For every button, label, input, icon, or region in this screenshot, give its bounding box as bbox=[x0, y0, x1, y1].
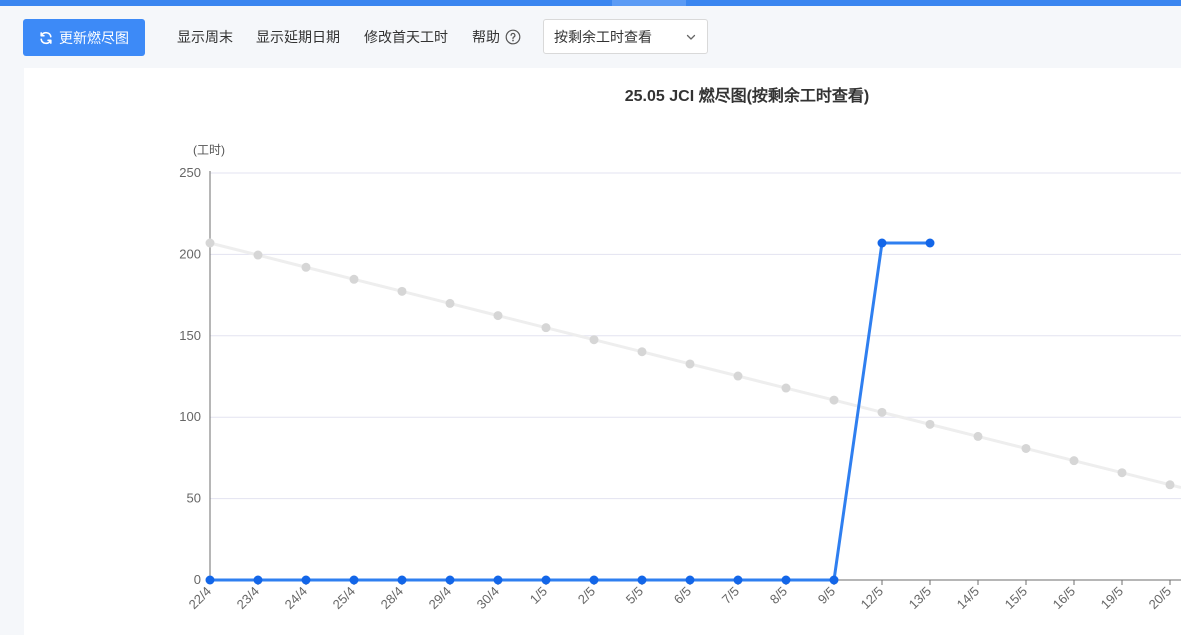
ideal-point bbox=[637, 347, 647, 357]
actual-point bbox=[685, 575, 695, 585]
help-link[interactable]: 帮助 bbox=[472, 27, 521, 47]
x-tick-label: 7/5 bbox=[719, 584, 742, 607]
x-tick-label: 23/4 bbox=[234, 584, 263, 613]
x-tick-label: 6/5 bbox=[671, 584, 694, 607]
y-tick-label: 200 bbox=[179, 246, 201, 261]
refresh-icon bbox=[40, 31, 52, 44]
actual-point bbox=[205, 575, 215, 585]
ideal-point bbox=[493, 311, 503, 321]
actual-point bbox=[637, 575, 647, 585]
x-tick-label: 29/4 bbox=[426, 584, 455, 613]
actual-point bbox=[349, 575, 359, 585]
actual-point bbox=[493, 575, 503, 585]
ideal-point bbox=[1021, 443, 1031, 453]
x-tick-label: 14/5 bbox=[954, 584, 983, 613]
view-mode-select[interactable]: 按剩余工时查看 bbox=[543, 19, 708, 54]
ideal-point bbox=[685, 359, 695, 369]
burndown-chart-panel: 25.05 JCI 燃尽图(按剩余工时查看) (工时) 0 50 100 150 200 25… bbox=[24, 68, 1181, 635]
x-tick-label: 30/4 bbox=[474, 584, 503, 613]
chart-title: 25.05 JCI 燃尽图(按剩余工时查看) bbox=[625, 86, 870, 105]
y-axis-label: (工时) bbox=[193, 143, 225, 157]
x-tick-label: 8/5 bbox=[767, 584, 790, 607]
ideal-point bbox=[1069, 456, 1079, 466]
ideal-point bbox=[349, 274, 359, 284]
ideal-point bbox=[541, 323, 551, 333]
x-tick-label: 28/4 bbox=[378, 584, 407, 613]
ideal-point bbox=[445, 298, 455, 308]
y-tick-label: 0 bbox=[194, 572, 201, 587]
ideal-point bbox=[301, 262, 311, 272]
x-tick-label: 1/5 bbox=[527, 584, 550, 607]
actual-point bbox=[541, 575, 551, 585]
actual-point bbox=[781, 575, 791, 585]
x-tick-label: 13/5 bbox=[906, 584, 935, 613]
chevron-down-icon bbox=[686, 34, 696, 40]
refresh-burndown-button[interactable]: 更新燃尽图 bbox=[23, 19, 145, 56]
actual-point bbox=[445, 575, 455, 585]
x-tick-label: 22/4 bbox=[186, 584, 215, 613]
x-tick-label: 15/5 bbox=[1002, 584, 1031, 613]
ideal-point bbox=[589, 335, 599, 345]
actual-point bbox=[877, 238, 887, 248]
x-tick-label: 9/5 bbox=[815, 584, 838, 607]
ideal-point bbox=[733, 371, 743, 381]
actual-point bbox=[253, 575, 263, 585]
ideal-point bbox=[781, 383, 791, 393]
help-label: 帮助 bbox=[472, 29, 500, 45]
ideal-point bbox=[205, 238, 215, 248]
y-tick-label: 100 bbox=[179, 409, 201, 424]
x-tick-label: 19/5 bbox=[1098, 584, 1127, 613]
burndown-chart: 25.05 JCI 燃尽图(按剩余工时查看) (工时) 0 50 100 150 200 25… bbox=[179, 86, 1181, 613]
ideal-point bbox=[1165, 480, 1175, 490]
actual-point bbox=[733, 575, 743, 585]
view-mode-value: 按剩余工时查看 bbox=[554, 28, 652, 45]
y-tick-label: 150 bbox=[179, 328, 201, 343]
x-tick-label: 20/5 bbox=[1146, 584, 1175, 613]
actual-remaining-line bbox=[210, 241, 930, 582]
ideal-point bbox=[829, 395, 839, 405]
ideal-point bbox=[925, 419, 935, 429]
help-circle-icon bbox=[505, 29, 521, 45]
ideal-point bbox=[397, 286, 407, 296]
y-tick-label: 250 bbox=[179, 165, 201, 180]
actual-point bbox=[829, 575, 839, 585]
actual-point bbox=[397, 575, 407, 585]
ideal-point bbox=[973, 431, 983, 441]
show-weekend-toggle[interactable]: 显示周末 bbox=[177, 27, 233, 47]
x-tick-label: 25/4 bbox=[330, 584, 359, 613]
actual-point bbox=[301, 575, 311, 585]
ideal-point bbox=[877, 407, 887, 417]
ideal-point bbox=[253, 250, 263, 260]
x-tick-label: 16/5 bbox=[1050, 584, 1079, 613]
refresh-burndown-label: 更新燃尽图 bbox=[59, 29, 129, 46]
edit-first-day-hours-link[interactable]: 修改首天工时 bbox=[364, 27, 448, 47]
x-tick-label: 5/5 bbox=[623, 584, 646, 607]
ideal-point bbox=[1117, 468, 1127, 478]
show-delay-dates-toggle[interactable]: 显示延期日期 bbox=[256, 27, 340, 47]
toolbar: 更新燃尽图 显示周末 显示延期日期 修改首天工时 帮助 按剩余工时查看 bbox=[0, 6, 1181, 68]
x-tick-label: 2/5 bbox=[575, 584, 598, 607]
x-tick-label: 24/4 bbox=[282, 584, 311, 613]
actual-point bbox=[925, 238, 935, 248]
x-tick-label: 12/5 bbox=[858, 584, 887, 613]
actual-point bbox=[589, 575, 599, 585]
y-tick-label: 50 bbox=[187, 491, 201, 506]
